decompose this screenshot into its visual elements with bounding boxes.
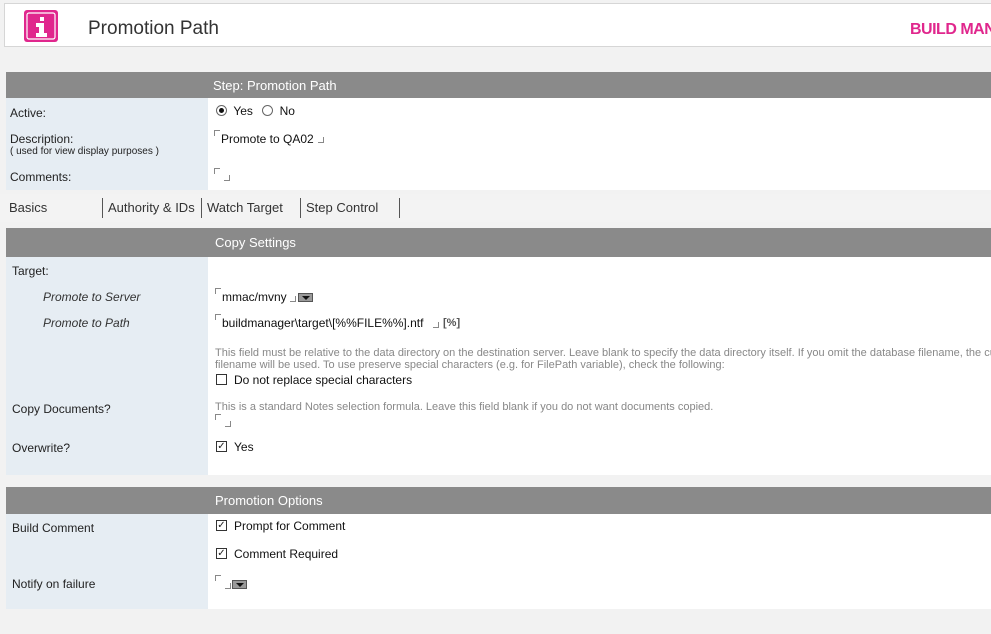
copy-settings-bar: Copy Settings <box>6 228 991 257</box>
checkbox-check-icon: ✓ <box>217 520 226 531</box>
active-yes-label: Yes <box>233 104 253 118</box>
promote-server-value: mmac/mvny <box>222 290 287 304</box>
step-bar-label: Step: Promotion Path <box>213 78 337 93</box>
field-start-marker <box>215 314 221 320</box>
tab-watch-target[interactable]: Watch Target <box>201 198 299 218</box>
page-title: Promotion Path <box>88 18 219 39</box>
prompt-comment-checkbox[interactable]: ✓ <box>216 520 227 531</box>
no-replace-label: Do not replace special characters <box>234 373 413 387</box>
promote-server-field[interactable]: mmac/mvny <box>215 286 325 306</box>
description-value: Promote to QA02 <box>221 132 314 146</box>
path-note-line-2: filename will be used. To use preserve s… <box>215 359 725 371</box>
path-macro-button[interactable]: [%] <box>443 317 460 329</box>
promotion-options-bar: Promotion Options <box>6 487 991 514</box>
comments-label: Comments: <box>10 170 72 184</box>
field-start-marker <box>215 575 221 581</box>
field-end-marker <box>433 322 439 328</box>
copy-documents-label: Copy Documents? <box>12 402 111 416</box>
tab-step-control[interactable]: Step Control <box>300 198 400 218</box>
active-no-radio[interactable] <box>262 105 274 116</box>
overwrite-checkbox[interactable]: ✓ <box>216 441 227 452</box>
field-start-marker <box>215 288 221 294</box>
copy-documents-note: This is a standard Notes selection formu… <box>215 401 714 413</box>
path-note-line-1: This field must be relative to the data … <box>215 347 991 359</box>
field-end-marker <box>225 583 231 589</box>
step-bar: Step: Promotion Path <box>6 72 991 98</box>
comment-required-label: Comment Required <box>234 547 339 561</box>
copy-settings-bar-label: Copy Settings <box>215 235 296 250</box>
checkbox-check-icon: ✓ <box>217 441 226 452</box>
field-start-marker <box>215 414 221 420</box>
tab-authority-ids[interactable]: Authority & IDs <box>102 198 199 218</box>
promote-server-label: Promote to Server <box>43 290 141 304</box>
description-label: Description: <box>10 132 74 146</box>
field-end-marker <box>318 137 324 143</box>
active-yes-radio[interactable] <box>216 105 227 116</box>
app-logo-icon <box>24 10 58 42</box>
active-label: Active: <box>10 106 47 120</box>
overwrite-label: Overwrite? <box>12 441 71 455</box>
active-radio-group: Yes No <box>216 104 295 118</box>
dropdown-arrow-icon[interactable] <box>298 293 313 302</box>
field-end-marker <box>224 175 230 181</box>
prompt-comment-label: Prompt for Comment <box>234 519 346 533</box>
copy-settings-panel: Copy Settings Target: Promote to Server … <box>6 228 991 475</box>
dropdown-arrow-icon[interactable] <box>232 580 247 589</box>
brand-label: BUILD MANAGER <box>910 21 991 38</box>
app-header: Promotion Path BUILD MANAGER <box>4 3 991 47</box>
promote-path-label: Promote to Path <box>43 316 130 330</box>
field-end-marker <box>290 296 296 302</box>
checkbox-check-icon: ✓ <box>217 548 226 559</box>
build-comment-label: Build Comment <box>12 521 95 535</box>
step-panel: Step: Promotion Path Active: Yes No Desc… <box>6 72 991 190</box>
copy-documents-field[interactable] <box>215 412 245 428</box>
overwrite-option-label: Yes <box>234 440 254 454</box>
notify-failure-label: Notify on failure <box>12 577 96 591</box>
description-hint: ( used for view display purposes ) <box>10 146 159 157</box>
promote-path-value: buildmanager\target\[%%FILE%%].ntf <box>222 316 424 330</box>
field-start-marker <box>214 130 220 136</box>
description-field[interactable]: Promote to QA02 <box>214 128 334 148</box>
notify-failure-field[interactable] <box>215 573 255 591</box>
active-no-label: No <box>279 104 295 118</box>
promotion-options-bar-label: Promotion Options <box>215 493 323 508</box>
field-start-marker <box>214 168 220 174</box>
no-replace-checkbox[interactable] <box>216 374 227 385</box>
tab-bar: Basics Authority & IDs Watch Target Step… <box>0 194 991 222</box>
promotion-options-panel: Promotion Options Build Comment ✓ Prompt… <box>6 487 991 609</box>
comment-required-checkbox[interactable]: ✓ <box>216 548 227 559</box>
comments-field[interactable] <box>214 166 244 186</box>
target-label: Target: <box>12 264 49 278</box>
tab-basics[interactable]: Basics <box>4 198 102 218</box>
field-end-marker <box>225 421 231 427</box>
promote-path-field[interactable]: buildmanager\target\[%%FILE%%].ntf [%] <box>215 312 475 332</box>
